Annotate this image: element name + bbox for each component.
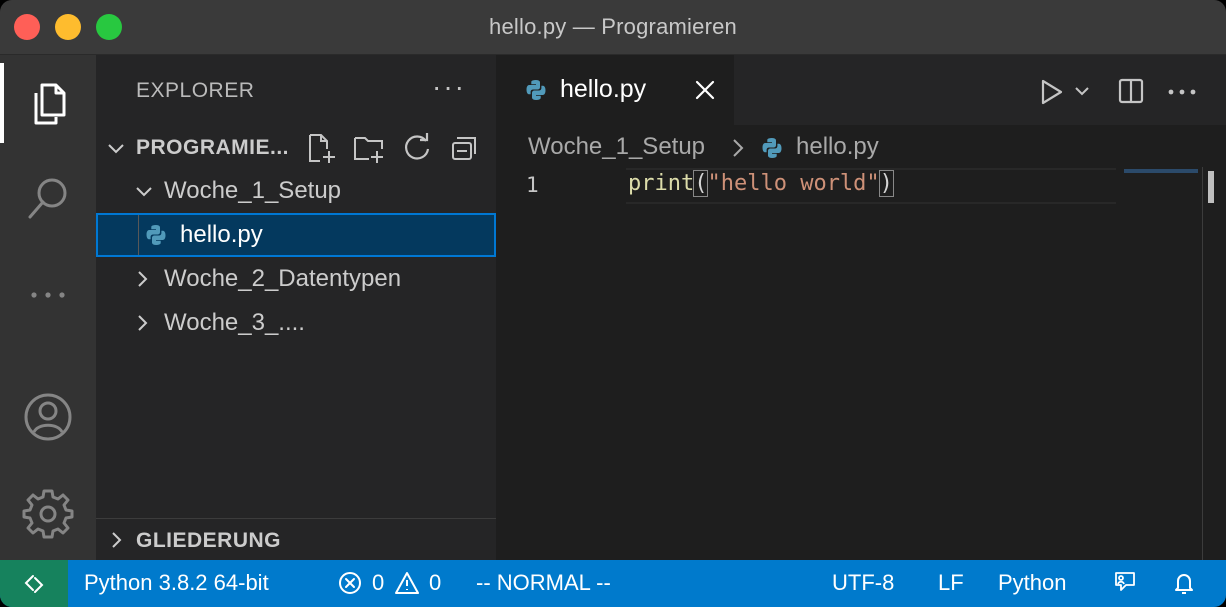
line-number: 1 — [526, 173, 539, 197]
chevron-down-icon — [136, 187, 152, 197]
run-icon[interactable] — [1040, 79, 1064, 105]
feedback-icon[interactable] — [1112, 570, 1138, 596]
tab-hello-py[interactable]: hello.py — [496, 55, 734, 125]
title-bar: hello.py — Programieren — [0, 0, 1226, 55]
search-icon — [28, 178, 67, 219]
code-string: "hello world" — [707, 171, 880, 196]
encoding-selector[interactable]: UTF-8 — [832, 570, 894, 596]
eol-selector[interactable]: LF — [938, 570, 964, 596]
explorer-toolbar — [304, 131, 482, 165]
remote-button[interactable] — [0, 560, 68, 607]
warning-icon[interactable] — [395, 571, 419, 595]
warning-count[interactable]: 0 — [429, 570, 441, 596]
error-count[interactable]: 0 — [372, 570, 384, 596]
python-icon — [762, 138, 782, 158]
code-function: print — [628, 171, 695, 196]
new-file-icon[interactable] — [304, 131, 338, 165]
refresh-icon[interactable] — [400, 131, 434, 165]
outline-section-header[interactable]: GLIEDERUNG — [96, 521, 496, 561]
tree-folder-woche-3[interactable]: Woche_3_.... — [96, 301, 496, 345]
breadcrumb-file[interactable]: hello.py — [796, 133, 879, 161]
ellipsis-icon — [31, 292, 65, 298]
chevron-down-icon[interactable] — [1074, 85, 1090, 97]
workspace-section-header[interactable]: PROGRAMIE... — [96, 127, 496, 167]
python-interpreter[interactable]: Python 3.8.2 64-bit — [84, 570, 269, 596]
accounts-activity[interactable] — [0, 377, 96, 457]
tree-label: hello.py — [180, 221, 263, 248]
minimap[interactable] — [1124, 169, 1198, 173]
explorer-sidebar: EXPLORER ··· PROGRAMIE... Woche_1_Setup … — [96, 55, 496, 560]
tab-bar: hello.py — [496, 55, 1226, 125]
chevron-right-icon — [733, 139, 744, 157]
breadcrumb: Woche_1_Setup — [528, 133, 705, 161]
breadcrumb-folder[interactable]: Woche_1_Setup — [528, 133, 705, 160]
scrollbar-thumb[interactable] — [1208, 171, 1214, 203]
section-divider — [96, 518, 496, 519]
remote-icon — [24, 574, 44, 593]
error-icon[interactable] — [338, 571, 362, 595]
scrollbar-track — [1202, 167, 1203, 560]
tree-label: Woche_1_Setup — [164, 177, 342, 204]
code-close-paren: ) — [878, 170, 894, 197]
tab-label: hello.py — [560, 75, 647, 103]
manage-activity[interactable] — [0, 473, 96, 553]
chevron-down-icon — [108, 144, 124, 154]
indent-guide — [138, 215, 139, 255]
tree-folder-woche-1[interactable]: Woche_1_Setup — [96, 169, 496, 213]
chevron-right-icon — [138, 315, 148, 331]
outline-title: GLIEDERUNG — [136, 529, 282, 552]
files-icon — [34, 83, 66, 125]
explorer-activity[interactable] — [0, 63, 96, 143]
vim-mode: -- NORMAL -- — [476, 570, 611, 595]
code-line[interactable]: print("hello world") — [628, 170, 894, 197]
vscode-window: hello.py — Programieren EXPLORER ··· PRO… — [0, 0, 1226, 607]
workspace-title: PROGRAMIE... — [136, 136, 290, 159]
chevron-right-icon — [112, 532, 122, 548]
split-editor-icon[interactable] — [1118, 78, 1144, 104]
activity-bar — [0, 55, 96, 560]
close-icon[interactable] — [694, 79, 716, 101]
python-icon — [146, 225, 166, 245]
explorer-more-button[interactable]: ··· — [432, 71, 466, 103]
chevron-right-icon — [138, 271, 148, 287]
tree-label: Woche_3_.... — [164, 309, 305, 336]
tree-label: Woche_2_Datentypen — [164, 265, 402, 292]
account-icon — [24, 393, 72, 441]
status-bar: Python 3.8.2 64-bit 0 0 -- NORMAL -- UTF… — [0, 560, 1226, 607]
window-title: hello.py — Programieren — [489, 14, 737, 39]
explorer-title: EXPLORER — [136, 79, 255, 102]
code-open-paren: ( — [693, 170, 709, 197]
gear-icon — [22, 489, 74, 539]
search-activity[interactable] — [0, 159, 96, 239]
python-icon — [526, 80, 546, 100]
bell-icon[interactable] — [1172, 570, 1196, 596]
editor-area: hello.py Woche_1_Setup hello.py 1 print(… — [496, 55, 1226, 560]
more-actions-icon[interactable] — [1168, 89, 1196, 95]
collapse-all-icon[interactable] — [448, 131, 482, 165]
new-folder-icon[interactable] — [352, 131, 386, 165]
tree-file-hello-py[interactable]: hello.py — [96, 213, 496, 257]
language-mode[interactable]: Python — [998, 570, 1067, 596]
more-activity[interactable] — [0, 255, 96, 335]
tree-folder-woche-2[interactable]: Woche_2_Datentypen — [96, 257, 496, 301]
